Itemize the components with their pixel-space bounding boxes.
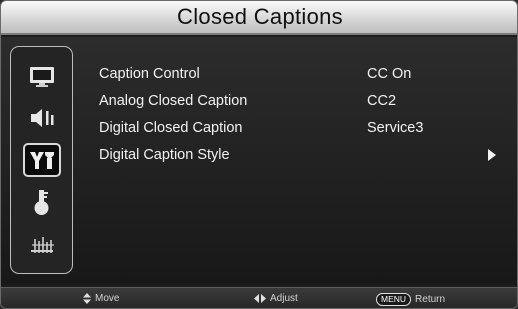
picture-icon <box>30 67 54 87</box>
hint-return-label: Return <box>415 294 446 305</box>
menu-key-badge: MENU <box>376 293 412 306</box>
menu-item-label: Analog Closed Caption <box>99 93 248 109</box>
submenu-arrow-icon <box>487 149 497 165</box>
menu-item-label: Digital Closed Caption <box>99 120 243 136</box>
hint-adjust-label: Adjust <box>270 293 298 304</box>
sidebar-item-picture[interactable] <box>23 59 61 93</box>
menu-item-analog-closed-caption[interactable]: Analog Closed Caption CC2 <box>99 91 499 113</box>
up-down-arrow-icon <box>83 293 91 304</box>
hint-move: Move <box>83 293 119 304</box>
channel-icon <box>31 237 54 253</box>
menu-item-value: Service3 <box>367 120 424 136</box>
setup-icon <box>30 152 54 169</box>
hint-adjust: Adjust <box>254 293 298 304</box>
menu-body: Caption Control CC On Analog Closed Capt… <box>1 37 517 285</box>
sidebar-item-setup[interactable] <box>23 143 61 177</box>
hint-move-label: Move <box>95 293 120 304</box>
menu-item-label: Digital Caption Style <box>99 147 230 163</box>
menu-item-caption-control[interactable]: Caption Control CC On <box>99 64 499 86</box>
menu-item-digital-closed-caption[interactable]: Digital Closed Caption Service3 <box>99 118 499 140</box>
sound-icon <box>31 109 54 127</box>
sidebar-item-sound[interactable] <box>23 101 61 135</box>
title-bar: Closed Captions <box>1 1 517 35</box>
menu-item-value: CC2 <box>367 93 397 109</box>
page-title: Closed Captions <box>177 4 343 29</box>
sidebar-item-channel[interactable] <box>23 227 61 261</box>
lock-icon <box>34 190 49 215</box>
menu-item-label: Caption Control <box>99 66 200 82</box>
menu-item-digital-caption-style[interactable]: Digital Caption Style <box>99 145 499 167</box>
sidebar <box>10 46 73 274</box>
sidebar-item-lock[interactable] <box>23 185 61 219</box>
footer-hint-bar: Move Adjust MENU Return <box>1 287 517 308</box>
menu-item-value: CC On <box>367 66 412 82</box>
hint-return: MENU Return <box>376 293 445 306</box>
closed-captions-osd: Closed Captions Caption Control CC On An… <box>0 0 518 309</box>
left-right-arrow-icon <box>254 294 266 303</box>
